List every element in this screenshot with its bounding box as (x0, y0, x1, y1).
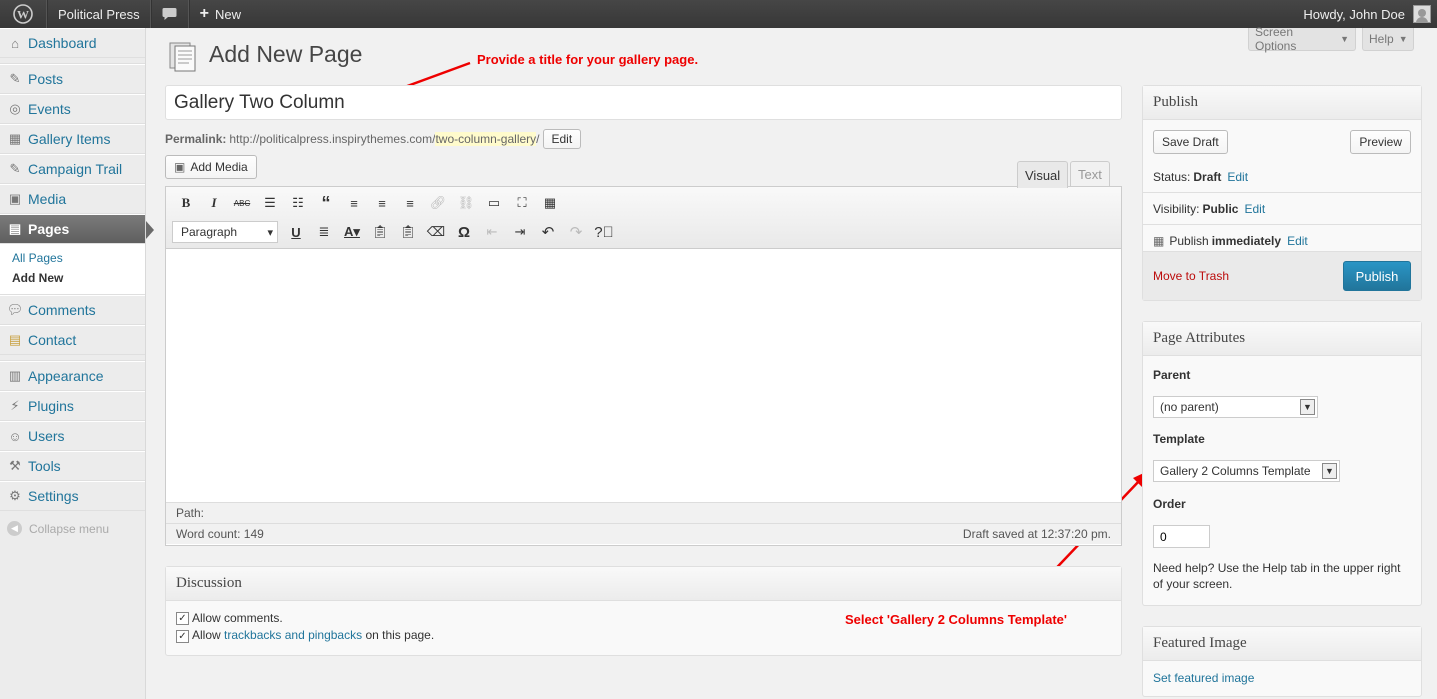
bold-icon[interactable]: B (172, 190, 200, 216)
status-value: Draft (1193, 170, 1222, 184)
paste-word-icon[interactable]: 📋︎ (394, 219, 422, 245)
tab-text[interactable]: Text (1070, 161, 1110, 187)
template-annotation: Select 'Gallery 2 Columns Template' (845, 612, 1067, 627)
draft-saved-status: Draft saved at 12:37:20 pm. (962, 527, 1111, 541)
underline-icon[interactable]: U (282, 219, 310, 245)
text-color-icon[interactable]: A▾ (338, 219, 366, 245)
redo-icon[interactable]: ↷ (562, 219, 590, 245)
tab-visual[interactable]: Visual (1017, 161, 1069, 188)
permalink-base: http://politicalpress.inspirythemes.com/ (229, 132, 436, 146)
template-select[interactable]: Gallery 2 Columns Template ▼ (1153, 460, 1340, 482)
clear-formatting-icon[interactable]: ⌫ (422, 219, 450, 245)
template-label: Template (1153, 432, 1205, 446)
visibility-value: Public (1202, 201, 1239, 216)
publish-title[interactable]: Publish (1143, 86, 1421, 120)
allow-suffix: on this page. (365, 628, 435, 643)
edit-schedule-link[interactable]: Edit (1287, 234, 1308, 248)
add-media-button[interactable]: ▣ Add Media (165, 155, 257, 179)
allow-comments-checkbox[interactable]: ✓ (176, 612, 189, 626)
word-count: Word count: 149 (176, 527, 264, 541)
unlink-icon[interactable]: ⛓︎ (452, 190, 480, 216)
outdent-icon[interactable]: ⇤ (478, 219, 506, 245)
visibility-label: Visibility: (1153, 201, 1200, 216)
status-label: Status: (1153, 170, 1191, 184)
strikethrough-icon[interactable]: ABC (228, 190, 256, 216)
edit-permalink-button[interactable]: Edit (542, 129, 582, 149)
permalink-label: Permalink: (165, 132, 227, 146)
discussion-box: Discussion ✓ Allow comments. ✓ Allow track… (165, 566, 1122, 656)
editor-content-area[interactable] (166, 249, 1121, 502)
schedule-label: Publish (1169, 234, 1209, 248)
post-title-input[interactable] (165, 85, 1122, 120)
link-icon[interactable]: 🔗︎ (424, 190, 452, 216)
order-label: Order (1153, 497, 1186, 511)
template-select-value: Gallery 2 Columns Template (1160, 464, 1311, 478)
schedule-value: immediately (1211, 234, 1282, 248)
order-input[interactable] (1153, 525, 1210, 548)
featured-image-title[interactable]: Featured Image (1143, 627, 1421, 661)
preview-button[interactable]: Preview (1350, 130, 1411, 154)
chevron-down-icon: ▼ (1322, 463, 1337, 479)
format-select-value: Paragraph (181, 225, 238, 239)
special-character-icon[interactable]: Ω (450, 219, 478, 245)
numbered-list-icon[interactable]: ☷ (284, 190, 312, 216)
justify-icon[interactable]: ≣ (310, 219, 338, 245)
bullet-list-icon[interactable]: ☰ (256, 190, 284, 216)
parent-select[interactable]: (no parent) ▼ (1153, 396, 1318, 418)
allow-prefix: Allow (192, 628, 221, 643)
align-left-icon[interactable]: ≡ (340, 190, 368, 216)
format-select[interactable]: Paragraph (172, 221, 278, 243)
more-tag-icon[interactable]: ▭ (480, 190, 508, 216)
save-draft-button[interactable]: Save Draft (1153, 130, 1228, 154)
featured-image-box: Featured Image Set featured image (1142, 626, 1422, 697)
allow-trackbacks-checkbox[interactable]: ✓ (176, 629, 189, 643)
allow-comments-label: Allow comments. (192, 611, 283, 625)
edit-visibility-link[interactable]: Edit (1244, 202, 1265, 216)
align-center-icon[interactable]: ≡ (368, 190, 396, 216)
discussion-title[interactable]: Discussion (166, 567, 1121, 601)
editor-path: Path: (166, 502, 1121, 523)
align-right-icon[interactable]: ≡ (396, 190, 424, 216)
chevron-down-icon: ▼ (1300, 399, 1315, 415)
parent-select-value: (no parent) (1160, 400, 1219, 414)
page-attributes-title[interactable]: Page Attributes (1143, 322, 1421, 356)
calendar-icon: ▦ (1153, 234, 1165, 248)
set-featured-image-link[interactable]: Set featured image (1153, 671, 1254, 685)
publish-button[interactable]: Publish (1343, 261, 1411, 291)
page-attributes-box: Page Attributes Parent (no parent) ▼ Tem… (1142, 321, 1422, 606)
add-media-label: Add Media (190, 160, 248, 174)
italic-icon[interactable]: I (200, 190, 228, 216)
undo-icon[interactable]: ↶ (534, 219, 562, 245)
edit-status-link[interactable]: Edit (1227, 170, 1248, 184)
permalink-slug[interactable]: two-column-gallery (435, 132, 537, 146)
content-editor: B I ABC ☰ ☷ “ ≡ ≡ ≡ 🔗︎ ⛓︎ ▭ ⛶ ▦ Paragrap… (165, 186, 1122, 546)
blockquote-icon[interactable]: “ (312, 190, 340, 216)
parent-label: Parent (1153, 368, 1191, 382)
visibility-row: Visibility: Public Edit (1143, 193, 1421, 225)
editor-toolbar: B I ABC ☰ ☷ “ ≡ ≡ ≡ 🔗︎ ⛓︎ ▭ ⛶ ▦ Paragrap… (166, 187, 1121, 249)
indent-icon[interactable]: ⇥ (506, 219, 534, 245)
fullscreen-icon[interactable]: ⛶ (508, 190, 536, 216)
trackbacks-link[interactable]: trackbacks and pingbacks (224, 628, 362, 642)
paste-text-icon[interactable]: 📋︎ (366, 219, 394, 245)
help-icon[interactable]: ?⃝ (590, 219, 618, 245)
move-to-trash-link[interactable]: Move to Trash (1153, 269, 1229, 283)
media-icon: ▣ (174, 160, 186, 174)
status-row: Status: Draft Edit (1143, 162, 1421, 193)
permalink-end: / (536, 132, 540, 146)
publish-box: Publish Save Draft Preview Status: Draft E… (1142, 85, 1422, 301)
help-text: Need help? Use the Help tab in the upper… (1153, 561, 1401, 591)
editor-status-bar: Word count: 149 Draft saved at 12:37:20 … (166, 523, 1121, 544)
kitchen-sink-icon[interactable]: ▦ (536, 190, 564, 216)
permalink-row: Permalink: http://politicalpress.inspiry… (165, 129, 582, 149)
